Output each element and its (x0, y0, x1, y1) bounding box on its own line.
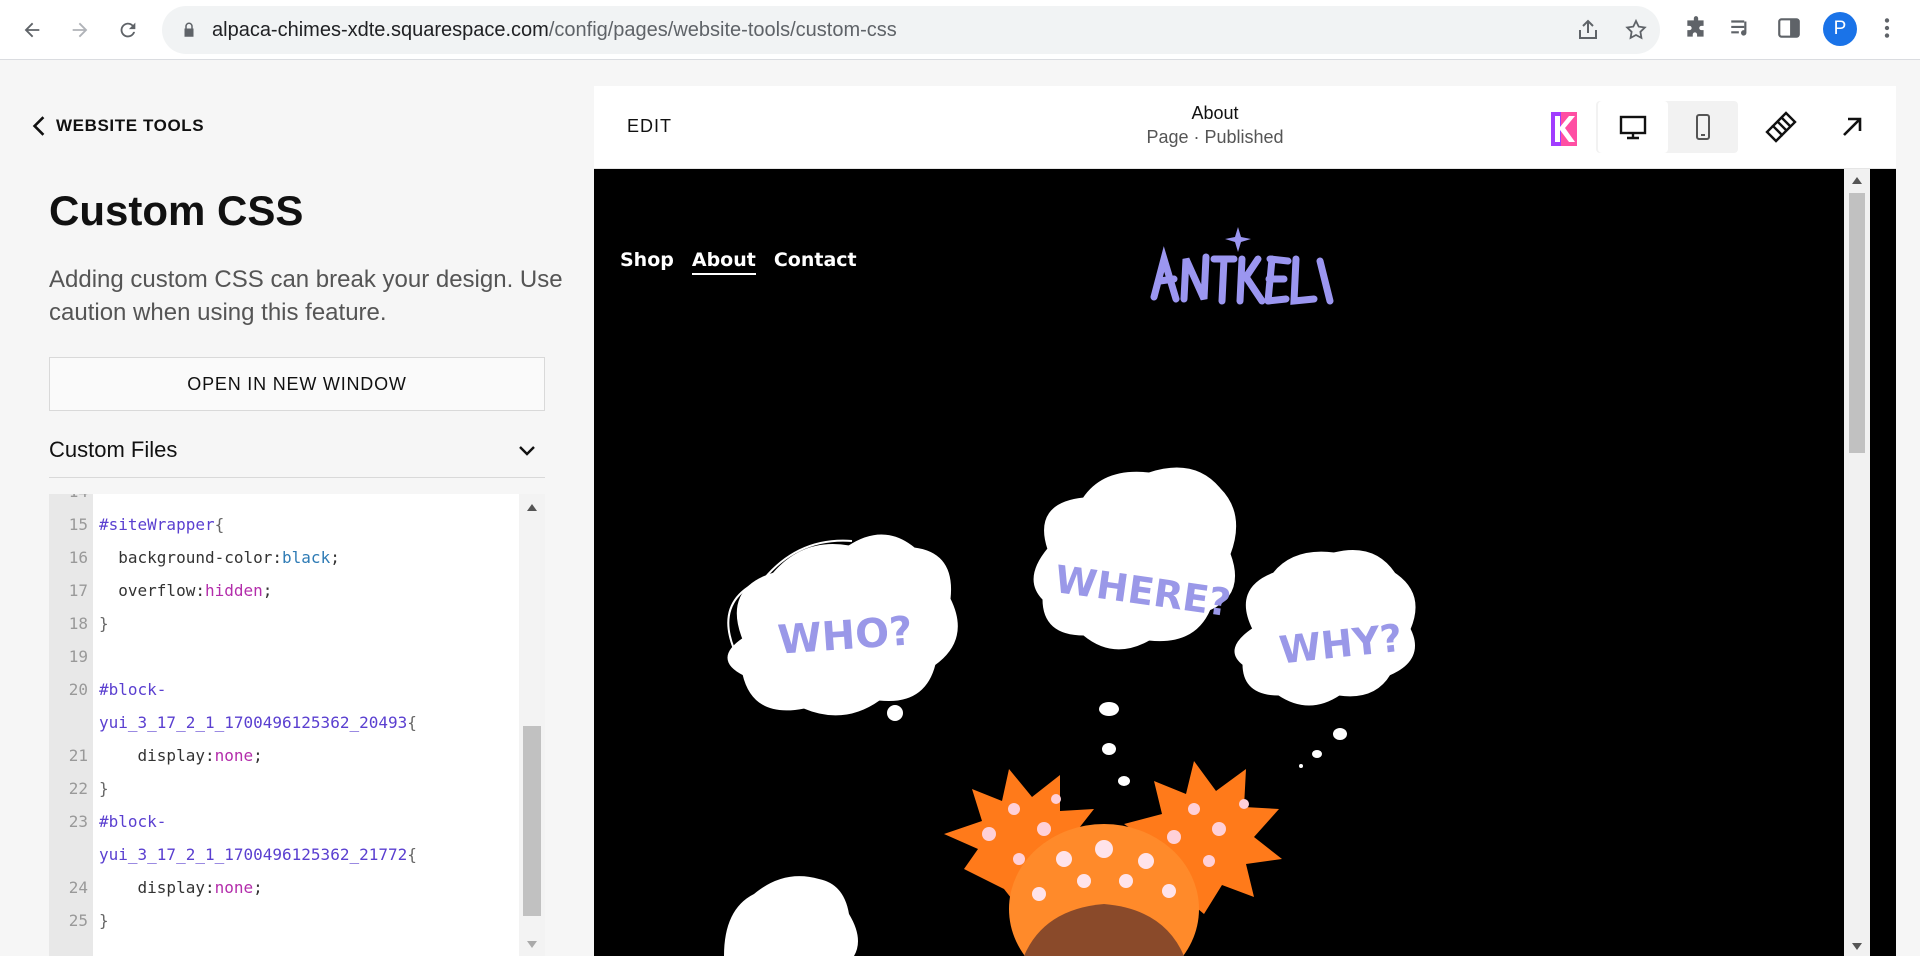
nav-link-shop[interactable]: Shop (620, 249, 674, 275)
site-logo[interactable] (1134, 219, 1344, 319)
desktop-icon (1619, 115, 1647, 140)
code-line[interactable]: 23 #block- (49, 805, 519, 838)
lock-icon (184, 22, 194, 37)
line-text[interactable]: } (93, 607, 109, 640)
line-number: 17 (68, 581, 88, 600)
scroll-down-icon[interactable] (527, 941, 537, 948)
line-number (49, 838, 93, 871)
back-to-website-tools[interactable]: WEBSITE TOOLS (30, 115, 204, 137)
more-options-icon[interactable] (1874, 15, 1900, 41)
line-number: 14 (49, 494, 93, 508)
page-name: About (1191, 103, 1239, 123)
code-line[interactable]: yui_3_17_2_1_1700496125362_21772{ (49, 838, 519, 871)
preview-scrollbar[interactable] (1844, 169, 1870, 956)
line-text[interactable] (93, 640, 99, 673)
page-title: Custom CSS (49, 187, 304, 234)
open-external-arrow-icon[interactable] (1839, 114, 1865, 140)
line-number: 25 (68, 911, 88, 930)
line-number: 22 (68, 779, 88, 798)
custom-css-panel: WEBSITE TOOLS Custom CSS Adding custom C… (0, 61, 594, 956)
url-text: alpaca-chimes-xdte.squarespace.com/confi… (212, 19, 897, 41)
back-label: WEBSITE TOOLS (56, 116, 205, 135)
line-number: 21 (68, 746, 88, 765)
line-number: 15 (68, 515, 88, 534)
code-line[interactable]: 24 display:none; (49, 871, 519, 904)
code-line[interactable]: 17 overflow:hidden; (49, 574, 519, 607)
line-text[interactable]: yui_3_17_2_1_1700496125362_20493{ (93, 706, 417, 739)
nav-link-contact[interactable]: Contact (774, 249, 857, 275)
paintbrush-icon[interactable] (1764, 110, 1798, 144)
mobile-view-button[interactable] (1668, 101, 1738, 153)
scroll-up-icon[interactable] (1852, 177, 1862, 184)
scroll-thumb[interactable] (523, 726, 541, 916)
warning-description: Adding custom CSS can break your design.… (49, 266, 563, 326)
website-preview: WHO? WHERE? WHY? Shop About Contact (594, 169, 1870, 956)
page-status: Page · Published (1146, 127, 1284, 147)
line-text[interactable]: #block- (93, 673, 166, 706)
code-line[interactable]: 15 #siteWrapper{ (49, 508, 519, 541)
editor-scrollbar[interactable] (519, 494, 545, 956)
code-lines[interactable]: 1415#siteWrapper{16 background-color:bla… (49, 494, 519, 937)
line-text[interactable]: overflow:hidden; (93, 574, 272, 607)
line-number: 19 (68, 647, 88, 666)
line-text[interactable]: } (93, 772, 109, 805)
browser-toolbar: alpaca-chimes-xdte.squarespace.com/confi… (0, 0, 1920, 60)
extensions-puzzle-icon[interactable] (1683, 15, 1709, 41)
page-info: About Page · Published (1045, 102, 1385, 150)
forward-arrow-icon[interactable] (62, 12, 98, 48)
reload-icon[interactable] (110, 12, 146, 48)
profile-avatar[interactable]: P (1823, 12, 1857, 46)
line-text[interactable]: } (93, 904, 109, 937)
code-line[interactable]: 25} (49, 904, 519, 937)
preview-toolbar: EDIT About Page · Published (594, 86, 1896, 169)
chevron-down-icon (519, 446, 535, 456)
custom-files-dropdown[interactable]: Custom Files (49, 427, 545, 478)
nav-link-about[interactable]: About (691, 249, 756, 275)
line-number: 16 (68, 548, 88, 567)
line-text[interactable]: display:none; (93, 739, 263, 772)
device-toggle (1596, 101, 1738, 153)
line-number: 24 (68, 878, 88, 897)
custom-files-label: Custom Files (49, 437, 178, 462)
line-text[interactable]: display:none; (93, 871, 263, 904)
mobile-phone-icon (1696, 114, 1710, 140)
line-number: 18 (68, 614, 88, 633)
code-line[interactable]: 19 (49, 640, 519, 673)
line-text[interactable]: #siteWrapper{ (93, 508, 224, 541)
line-number (49, 706, 93, 739)
media-queue-icon[interactable] (1728, 15, 1754, 41)
open-in-new-window-button[interactable]: OPEN IN NEW WINDOW (49, 357, 545, 411)
code-line[interactable]: yui_3_17_2_1_1700496125362_20493{ (49, 706, 519, 739)
desktop-view-button[interactable] (1598, 101, 1668, 153)
line-text[interactable]: yui_3_17_2_1_1700496125362_21772{ (93, 838, 417, 871)
code-line[interactable]: 21 display:none; (49, 739, 519, 772)
site-preview-frame: EDIT About Page · Published WHO? WHERE? … (594, 86, 1896, 956)
code-line[interactable]: 20 #block- (49, 673, 519, 706)
who-text: WHO? (776, 608, 914, 663)
back-arrow-icon[interactable] (14, 12, 50, 48)
line-number: 23 (68, 812, 88, 831)
code-line[interactable]: 14 (49, 494, 519, 508)
scroll-up-icon[interactable] (527, 504, 537, 511)
scroll-thumb[interactable] (1849, 193, 1865, 453)
code-line[interactable]: 16 background-color:black; (49, 541, 519, 574)
line-text[interactable]: background-color:black; (93, 541, 340, 574)
side-panel-icon[interactable] (1776, 15, 1802, 41)
extension-k-icon[interactable] (1551, 112, 1577, 146)
chevron-left-icon (32, 116, 45, 136)
code-line[interactable]: 22} (49, 772, 519, 805)
css-code-editor[interactable]: 1415#siteWrapper{16 background-color:bla… (49, 494, 545, 956)
address-bar[interactable]: alpaca-chimes-xdte.squarespace.com/confi… (162, 6, 1660, 54)
site-navigation: Shop About Contact (620, 249, 857, 275)
code-line[interactable]: 18} (49, 607, 519, 640)
line-text[interactable]: #block- (93, 805, 166, 838)
bookmark-star-icon[interactable] (1624, 18, 1648, 42)
line-number: 20 (68, 680, 88, 699)
edit-button[interactable]: EDIT (627, 116, 672, 137)
share-icon[interactable] (1576, 18, 1600, 42)
scroll-down-icon[interactable] (1852, 943, 1862, 950)
line-text[interactable] (93, 494, 99, 508)
